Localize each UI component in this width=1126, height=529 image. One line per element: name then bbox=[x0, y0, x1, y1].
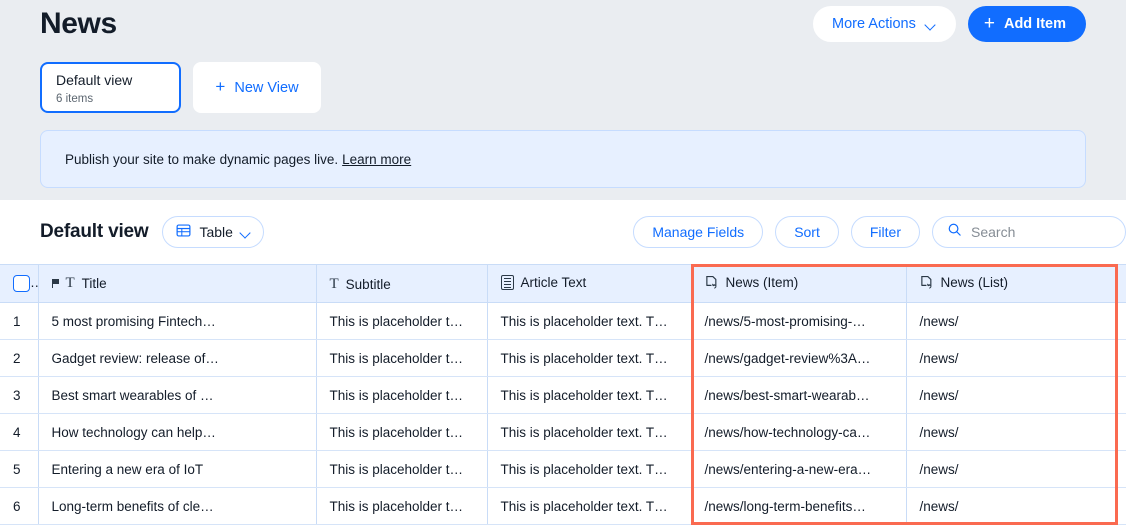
cell-subtitle[interactable]: This is placeholder t… bbox=[316, 450, 488, 488]
table-row[interactable]: 4 How technology can help… This is place… bbox=[0, 413, 1126, 451]
cell-subtitle[interactable]: This is placeholder t… bbox=[316, 376, 488, 414]
cell-article-text[interactable]: This is placeholder text. T… bbox=[487, 376, 692, 414]
column-header-news-item[interactable]: News (Item) bbox=[691, 264, 907, 303]
table-body: 1 5 most promising Fintech… This is plac… bbox=[0, 302, 1126, 525]
page-title: News bbox=[40, 7, 117, 40]
table-header-row: T Title T Subtitle Article Text News (It… bbox=[0, 264, 1126, 303]
layout-type-label: Table bbox=[199, 224, 233, 240]
new-view-label: New View bbox=[234, 79, 299, 96]
cell-news-list[interactable]: /news/ bbox=[906, 487, 1126, 525]
layout-type-selector[interactable]: Table bbox=[162, 216, 264, 248]
select-all-checkbox[interactable] bbox=[13, 275, 30, 292]
column-header-label: News (List) bbox=[940, 274, 1009, 290]
view-tab-default[interactable]: Default view 6 items bbox=[40, 62, 181, 113]
cell-title[interactable]: Best smart wearables of … bbox=[38, 376, 317, 414]
table-icon bbox=[176, 223, 191, 241]
column-header-label: Article Text bbox=[520, 274, 587, 290]
column-header-article-text[interactable]: Article Text bbox=[487, 264, 692, 303]
manage-fields-button[interactable]: Manage Fields bbox=[633, 216, 764, 248]
title-row: News More Actions + Add Item bbox=[40, 0, 1086, 46]
cell-title[interactable]: 5 most promising Fintech… bbox=[38, 302, 317, 340]
column-header-label: News (Item) bbox=[725, 274, 799, 290]
column-header-subtitle[interactable]: T Subtitle bbox=[316, 264, 488, 303]
cell-article-text[interactable]: This is placeholder text. T… bbox=[487, 487, 692, 525]
row-number[interactable]: 6 bbox=[0, 487, 39, 525]
cell-news-list[interactable]: /news/ bbox=[906, 302, 1126, 340]
toolbar-right: Manage Fields Sort Filter bbox=[633, 216, 1126, 248]
cell-subtitle[interactable]: This is placeholder t… bbox=[316, 413, 488, 451]
data-table-wrapper: T Title T Subtitle Article Text News (It… bbox=[0, 264, 1126, 525]
table-toolbar: Default view Table Manage Fields Sort Fi… bbox=[0, 200, 1126, 264]
cell-subtitle[interactable]: This is placeholder t… bbox=[316, 487, 488, 525]
cell-subtitle[interactable]: This is placeholder t… bbox=[316, 339, 488, 377]
more-actions-button[interactable]: More Actions bbox=[813, 6, 956, 42]
view-tabs: Default view 6 items + New View bbox=[40, 62, 1086, 113]
column-header-label: Subtitle bbox=[345, 276, 391, 292]
publish-banner: Publish your site to make dynamic pages … bbox=[40, 130, 1086, 188]
row-number[interactable]: 2 bbox=[0, 339, 39, 377]
cell-news-item[interactable]: /news/gadget-review%3A… bbox=[691, 339, 907, 377]
plus-icon: + bbox=[983, 12, 995, 34]
cell-news-list[interactable]: /news/ bbox=[906, 339, 1126, 377]
cell-article-text[interactable]: This is placeholder text. T… bbox=[487, 450, 692, 488]
dynamic-page-icon bbox=[705, 275, 719, 290]
cell-news-item[interactable]: /news/long-term-benefits… bbox=[691, 487, 907, 525]
cell-title[interactable]: Entering a new era of IoT bbox=[38, 450, 317, 488]
text-field-icon: T bbox=[329, 275, 339, 292]
text-field-icon: T bbox=[65, 275, 75, 291]
search-icon bbox=[947, 222, 962, 242]
search-input[interactable] bbox=[971, 224, 1111, 240]
table-row[interactable]: 5 Entering a new era of IoT This is plac… bbox=[0, 450, 1126, 488]
more-actions-label: More Actions bbox=[832, 16, 916, 32]
chevron-down-icon bbox=[926, 21, 937, 28]
row-number[interactable]: 3 bbox=[0, 376, 39, 414]
add-item-button[interactable]: + Add Item bbox=[967, 6, 1086, 42]
row-number[interactable]: 4 bbox=[0, 413, 39, 451]
row-number[interactable]: 5 bbox=[0, 450, 39, 488]
plus-icon: + bbox=[215, 77, 226, 96]
page-header-area: News More Actions + Add Item Default vie… bbox=[0, 0, 1126, 200]
cell-news-item[interactable]: /news/5-most-promising-… bbox=[691, 302, 907, 340]
row-number[interactable]: 1 bbox=[0, 302, 39, 340]
cell-news-item[interactable]: /news/best-smart-wearab… bbox=[691, 376, 907, 414]
dynamic-page-icon bbox=[920, 275, 934, 290]
new-view-button[interactable]: + New View bbox=[193, 62, 321, 113]
add-item-label: Add Item bbox=[1003, 16, 1066, 32]
rich-text-icon bbox=[500, 274, 514, 290]
cell-news-list[interactable]: /news/ bbox=[906, 450, 1126, 488]
chevron-down-icon bbox=[241, 229, 251, 236]
cell-title[interactable]: Long-term benefits of cle… bbox=[38, 487, 317, 525]
cell-subtitle[interactable]: This is placeholder t… bbox=[316, 302, 488, 340]
current-view-title: Default view bbox=[40, 221, 149, 242]
header-actions: More Actions + Add Item bbox=[813, 2, 1086, 42]
cell-title[interactable]: Gadget review: release of… bbox=[38, 339, 317, 377]
search-box[interactable] bbox=[932, 216, 1126, 248]
data-table: T Title T Subtitle Article Text News (It… bbox=[0, 264, 1126, 525]
table-row[interactable]: 2 Gadget review: release of… This is pla… bbox=[0, 339, 1126, 377]
column-header-label: Title bbox=[81, 276, 107, 291]
view-tab-count: 6 items bbox=[56, 93, 94, 105]
cell-title[interactable]: How technology can help… bbox=[38, 413, 317, 451]
cell-news-item[interactable]: /news/how-technology-ca… bbox=[691, 413, 907, 451]
primary-field-flag-icon bbox=[51, 279, 60, 288]
cell-article-text[interactable]: This is placeholder text. T… bbox=[487, 302, 692, 340]
learn-more-link[interactable]: Learn more bbox=[342, 152, 411, 167]
select-all-cell[interactable] bbox=[0, 264, 39, 303]
filter-button[interactable]: Filter bbox=[850, 216, 920, 248]
cell-news-list[interactable]: /news/ bbox=[906, 413, 1126, 451]
table-row[interactable]: 6 Long-term benefits of cle… This is pla… bbox=[0, 487, 1126, 525]
view-tab-name: Default view bbox=[56, 72, 133, 88]
cell-news-list[interactable]: /news/ bbox=[906, 376, 1126, 414]
cell-article-text[interactable]: This is placeholder text. T… bbox=[487, 339, 692, 377]
toolbar-left: Default view Table bbox=[40, 216, 264, 248]
column-header-news-list[interactable]: News (List) bbox=[906, 264, 1126, 303]
cell-news-item[interactable]: /news/entering-a-new-era… bbox=[691, 450, 907, 488]
publish-banner-text: Publish your site to make dynamic pages … bbox=[65, 151, 339, 167]
column-header-title[interactable]: T Title bbox=[38, 264, 317, 303]
table-row[interactable]: 1 5 most promising Fintech… This is plac… bbox=[0, 302, 1126, 340]
table-row[interactable]: 3 Best smart wearables of … This is plac… bbox=[0, 376, 1126, 414]
sort-button[interactable]: Sort bbox=[775, 216, 839, 248]
cell-article-text[interactable]: This is placeholder text. T… bbox=[487, 413, 692, 451]
